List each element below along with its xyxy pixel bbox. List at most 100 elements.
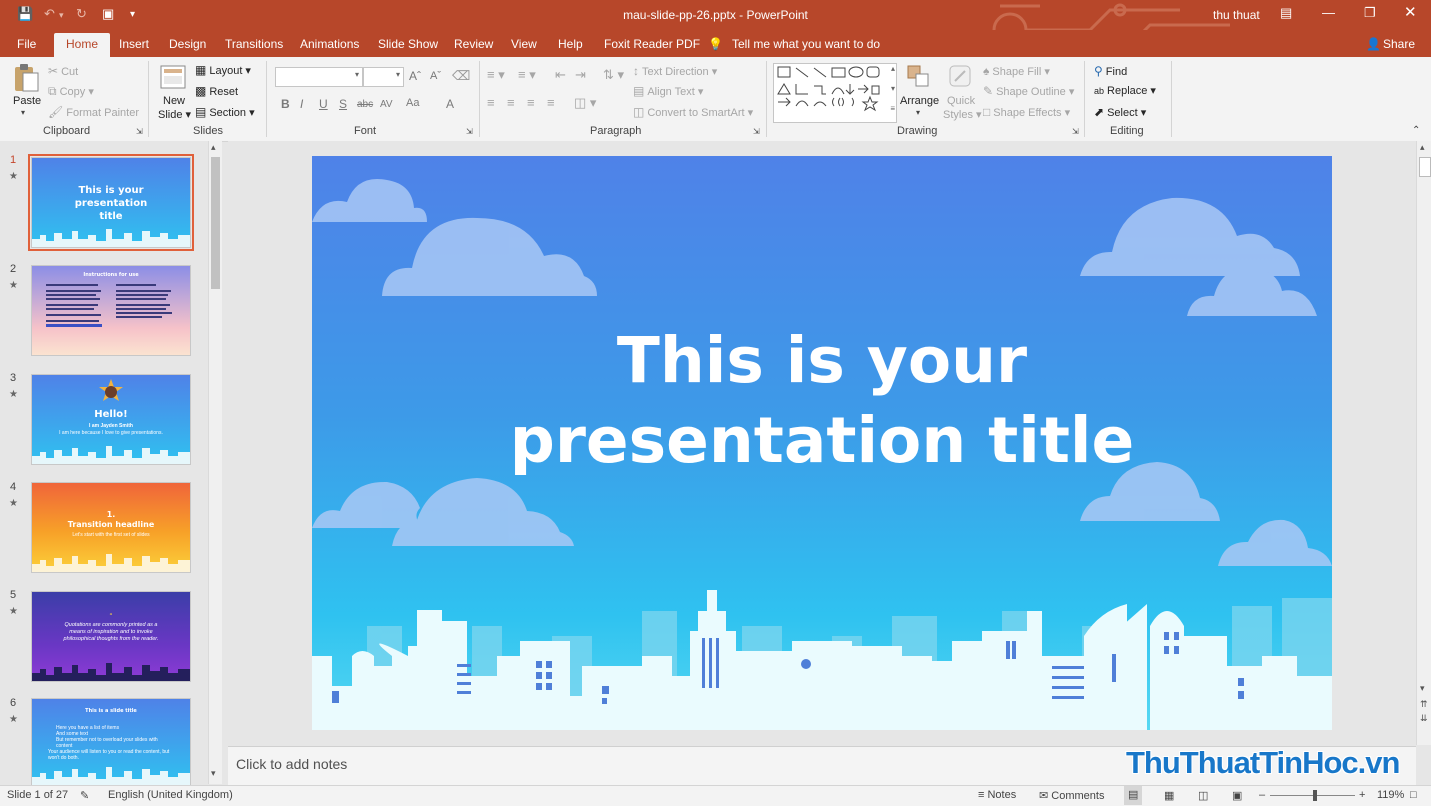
notes-placeholder[interactable]: Click to add notes: [236, 756, 347, 772]
scroll-up-icon[interactable]: ▴: [211, 142, 216, 153]
slide-scrollbar[interactable]: ▴ ▾ ⇈ ⇊: [1416, 141, 1431, 745]
increase-indent-icon[interactable]: ⇥: [575, 67, 586, 83]
zoom-level[interactable]: 119%: [1377, 789, 1404, 801]
reading-view-icon[interactable]: ◫: [1198, 789, 1208, 802]
cut-button[interactable]: ✂ Cut: [48, 64, 78, 78]
language-indicator[interactable]: English (United Kingdom): [108, 789, 233, 801]
underline-button[interactable]: U: [319, 97, 328, 111]
tab-insert[interactable]: Insert: [119, 37, 149, 51]
strikethrough-button[interactable]: abc: [357, 99, 373, 110]
new-slide-button[interactable]: Slide ▾: [158, 108, 191, 121]
slide-thumbnail-1[interactable]: This is your presentation title: [28, 154, 194, 251]
numbering-icon[interactable]: ≡ ▾: [518, 67, 536, 83]
tab-foxit-reader-pdf[interactable]: Foxit Reader PDF: [604, 37, 700, 51]
notes-toggle[interactable]: ≡ Notes: [978, 789, 1016, 801]
font-color-button[interactable]: A: [446, 97, 454, 111]
minimize-icon[interactable]: —: [1322, 5, 1335, 20]
align-right-icon[interactable]: ≡: [527, 95, 535, 110]
zoom-slider-thumb[interactable]: [1313, 790, 1317, 801]
tab-slide-show[interactable]: Slide Show: [378, 37, 438, 51]
slide-thumbnail-2[interactable]: Instructions for use: [31, 265, 191, 356]
format-painter-button[interactable]: 🖌 Format Painter: [48, 105, 139, 119]
gallery-more-icon[interactable]: ≡: [890, 104, 895, 113]
copy-button[interactable]: ⧉ Copy ▾: [48, 84, 94, 99]
gallery-scroll-down-icon[interactable]: ▾: [891, 84, 895, 93]
arrange-icon[interactable]: [906, 63, 932, 91]
slide-counter[interactable]: Slide 1 of 27: [7, 789, 68, 801]
font-family-combo[interactable]: ▾: [275, 67, 363, 87]
clipboard-launcher-icon[interactable]: ⇲: [136, 127, 143, 136]
find-button[interactable]: ⚲ Find: [1094, 64, 1127, 78]
reset-button[interactable]: ▩ Reset: [195, 84, 238, 98]
font-size-combo[interactable]: ▾: [363, 67, 404, 87]
share-button[interactable]: Share: [1383, 37, 1415, 51]
text-direction-button[interactable]: ↕ Text Direction ▾: [633, 64, 717, 78]
justify-icon[interactable]: ≡: [547, 95, 555, 110]
paste-dropdown-icon[interactable]: ▾: [21, 108, 25, 117]
italic-button[interactable]: I: [300, 97, 303, 111]
slide-title-placeholder[interactable]: This is your presentation title: [312, 321, 1332, 481]
character-spacing-button[interactable]: AV: [380, 99, 393, 110]
paste-icon[interactable]: [12, 63, 40, 93]
paste-button[interactable]: Paste: [13, 95, 41, 107]
decrease-font-size-icon[interactable]: Aˇ: [430, 70, 441, 82]
arrange-button[interactable]: Arrange: [900, 95, 939, 107]
align-left-icon[interactable]: ≡: [487, 95, 495, 110]
tab-animations[interactable]: Animations: [300, 37, 359, 51]
ribbon-display-options-icon[interactable]: ▤: [1280, 5, 1292, 21]
thumbnail-scrollbar[interactable]: ▴ ▾: [208, 141, 222, 784]
quick-styles-button[interactable]: Styles ▾: [943, 108, 982, 121]
current-slide[interactable]: This is your presentation title: [312, 156, 1332, 730]
arrange-dropdown-icon[interactable]: ▾: [916, 108, 920, 117]
scroll-down-icon[interactable]: ▾: [1420, 683, 1425, 694]
change-case-button[interactable]: Aa: [406, 97, 419, 109]
close-icon[interactable]: ✕: [1404, 3, 1417, 21]
quick-styles-icon[interactable]: [947, 63, 973, 91]
tab-transitions[interactable]: Transitions: [225, 37, 283, 51]
next-slide-icon[interactable]: ⇊: [1420, 713, 1428, 724]
clear-formatting-icon[interactable]: ⌫: [452, 68, 470, 84]
scrollbar-thumb[interactable]: [1419, 157, 1431, 177]
slide-sorter-icon[interactable]: ▦: [1164, 789, 1174, 802]
font-launcher-icon[interactable]: ⇲: [466, 127, 473, 136]
increase-font-size-icon[interactable]: Aˆ: [409, 69, 421, 83]
tab-design[interactable]: Design: [169, 37, 206, 51]
maximize-icon[interactable]: ❐: [1364, 5, 1376, 21]
paragraph-launcher-icon[interactable]: ⇲: [753, 127, 760, 136]
slide-thumbnail-5[interactable]: “ Quotations are commonly printed as a m…: [31, 591, 191, 682]
tab-view[interactable]: View: [511, 37, 537, 51]
new-slide-icon[interactable]: [160, 63, 186, 91]
shape-fill-button[interactable]: ♠ Shape Fill ▾: [983, 64, 1050, 78]
tab-file[interactable]: File: [17, 37, 36, 51]
normal-view-button[interactable]: ▤: [1124, 786, 1142, 805]
align-text-button[interactable]: ▤ Align Text ▾: [633, 84, 703, 98]
share-icon[interactable]: 👤: [1366, 37, 1381, 51]
line-spacing-icon[interactable]: ⇅ ▾: [603, 67, 624, 83]
comments-toggle[interactable]: ✉ Comments: [1039, 789, 1104, 802]
select-button[interactable]: ⬈ Select ▾: [1094, 105, 1146, 119]
fit-to-window-icon[interactable]: □: [1410, 789, 1417, 801]
shape-outline-button[interactable]: ✎ Shape Outline ▾: [983, 84, 1074, 98]
scrollbar-thumb[interactable]: [211, 157, 220, 289]
tell-me-search[interactable]: Tell me what you want to do: [732, 37, 880, 51]
layout-button[interactable]: ▦ Layout ▾: [195, 63, 251, 77]
bold-button[interactable]: B: [281, 97, 290, 111]
new-slide-label-1[interactable]: New: [163, 95, 185, 107]
slide-thumbnail-4[interactable]: 1. Transition headline Let's start with …: [31, 482, 191, 573]
columns-icon[interactable]: ◫ ▾: [574, 95, 596, 111]
slide-thumbnail-6[interactable]: This is a slide title Here you have a li…: [31, 698, 191, 786]
convert-smartart-button[interactable]: ◫ Convert to SmartArt ▾: [633, 105, 753, 119]
tab-review[interactable]: Review: [454, 37, 493, 51]
previous-slide-icon[interactable]: ⇈: [1420, 699, 1428, 710]
section-button[interactable]: ▤ Section ▾: [195, 105, 255, 119]
slide-thumbnail-3[interactable]: Hello! I am Jayden Smith I am here becau…: [31, 374, 191, 465]
tab-home[interactable]: Home: [54, 33, 111, 57]
spell-check-icon[interactable]: ✎: [80, 789, 89, 802]
shapes-gallery[interactable]: ▴ ▾ ≡: [773, 63, 897, 123]
shape-effects-button[interactable]: □ Shape Effects ▾: [983, 105, 1070, 119]
drawing-launcher-icon[interactable]: ⇲: [1072, 127, 1079, 136]
user-name[interactable]: thu thuat: [1213, 8, 1260, 22]
bullets-icon[interactable]: ≡ ▾: [487, 67, 505, 83]
slide-show-icon[interactable]: ▣: [1232, 789, 1242, 802]
scroll-down-icon[interactable]: ▾: [211, 768, 216, 779]
